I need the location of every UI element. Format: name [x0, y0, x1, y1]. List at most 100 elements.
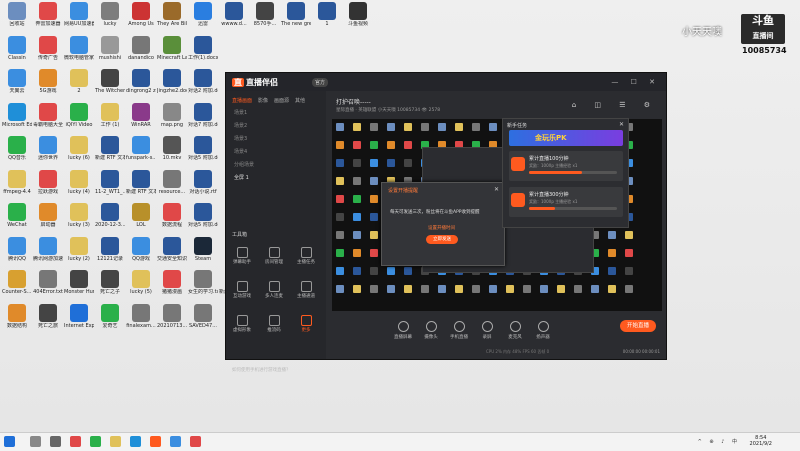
- ctrl-phone[interactable]: 手机直播: [448, 321, 470, 340]
- desktop-icon[interactable]: 对话5 附加.docx: [188, 136, 218, 161]
- ctrl-camera[interactable]: 摄像头: [420, 321, 442, 340]
- desktop-icon[interactable]: Counter-S... Global Offe...: [2, 270, 32, 295]
- folder-icon[interactable]: [110, 436, 121, 447]
- task-banner[interactable]: 金玩乐PK: [509, 130, 623, 146]
- desktop-icon[interactable]: 启动器: [33, 203, 63, 228]
- desktop-icon[interactable]: The Witcher: [95, 69, 125, 94]
- desktop-icon[interactable]: WinRAR: [126, 102, 156, 128]
- ctrl-record[interactable]: 录屏: [476, 321, 498, 340]
- desktop-icon[interactable]: 传奇广告: [33, 35, 63, 61]
- start-live-button[interactable]: 开始直播: [620, 320, 656, 332]
- task-item[interactable]: 累计直播300分钟 奖励：100Xp 主播经验 x1: [509, 187, 623, 217]
- desktop-icon[interactable]: Microsoft Edge: [2, 102, 32, 128]
- ctrl-speaker[interactable]: 扬声器: [532, 321, 554, 340]
- tool-multi[interactable]: 多人连麦: [262, 281, 286, 299]
- desktop-icon[interactable]: 5G游戏: [33, 69, 63, 94]
- scene-item-1[interactable]: 场景1: [226, 106, 326, 119]
- ctrl-mic[interactable]: 麦克风: [504, 321, 526, 340]
- tool-channel[interactable]: 主播通道: [294, 281, 318, 299]
- desktop-icon[interactable]: 12121记录: [95, 236, 125, 262]
- desktop-icon[interactable]: LOL: [126, 203, 156, 228]
- desktop-icon[interactable]: lucky (5): [126, 270, 156, 295]
- scene-item-3[interactable]: 场景3: [226, 132, 326, 145]
- tab-source[interactable]: 画面源: [274, 97, 289, 104]
- desktop-icon[interactable]: 迅雷: [188, 2, 218, 27]
- desktop-icon[interactable]: 新建 RTF 文本文档.rtf: [95, 136, 125, 161]
- desktop-icon[interactable]: 爱奇艺: [95, 303, 125, 329]
- tool-avatar[interactable]: 虚拟形象: [230, 315, 254, 333]
- desktop-icon[interactable]: 回收站: [2, 2, 32, 27]
- desktop-icon[interactable]: wwww.d...: [219, 2, 249, 27]
- desktop-icon[interactable]: 腾讯QQ: [2, 236, 32, 262]
- desktop-icon[interactable]: 2020-12-3...: [95, 203, 125, 228]
- desktop-icon[interactable]: 8570手...: [250, 2, 280, 27]
- room-title[interactable]: 打护召唤-----: [336, 97, 371, 106]
- scene-item-group[interactable]: 分组场景: [226, 158, 326, 171]
- scene-item-2[interactable]: 场景2: [226, 119, 326, 132]
- desktop-icon[interactable]: 工作(1).docx: [188, 35, 218, 61]
- desktop-icon[interactable]: 数据流程: [157, 203, 187, 228]
- desktop-icon[interactable]: 奔雷加速器: [33, 2, 63, 27]
- desktop-icon[interactable]: 工作 (1): [95, 102, 125, 128]
- desktop-icon[interactable]: danandico: [126, 35, 156, 61]
- tool-stream-key[interactable]: 推流码: [262, 315, 286, 333]
- desktop-icon[interactable]: 20210713...: [157, 303, 187, 329]
- desktop-icon[interactable]: They Are Billions: [157, 2, 187, 27]
- desktop-icon[interactable]: 腾讯网游加速器: [33, 236, 63, 262]
- desktop-icon[interactable]: 新建 RTF 文本文档.rtf: [126, 169, 156, 195]
- title-bar[interactable]: 直直播伴侣 官方 — ☐ ✕: [226, 73, 666, 91]
- tab-image[interactable]: 影像: [258, 97, 268, 104]
- ctrl-screen[interactable]: 直播屏幕: [392, 321, 414, 340]
- scene-item-4[interactable]: 场景4: [226, 145, 326, 158]
- desktop-icon[interactable]: Minecraft Launcher: [157, 35, 187, 61]
- desktop-icon[interactable]: lucky (2): [64, 236, 94, 262]
- qq-icon[interactable]: [170, 436, 181, 447]
- app-icon[interactable]: [90, 436, 101, 447]
- set-time-link[interactable]: 设置开播时间: [428, 225, 455, 231]
- desktop-icon[interactable]: 斗鱼视频: [343, 2, 373, 27]
- desktop-icon[interactable]: lucky: [95, 2, 125, 27]
- taskview-icon[interactable]: [50, 436, 61, 447]
- desktop-icon[interactable]: Monster Hunter...: [64, 270, 94, 295]
- desktop-icon[interactable]: 毒霸电脑大全: [33, 102, 63, 128]
- desktop-icon[interactable]: Jingzhe2.docx: [157, 69, 187, 94]
- desktop-icon[interactable]: 网易UU加速器: [64, 2, 94, 27]
- desktop-icon[interactable]: 11-2_WT1_...: [95, 169, 125, 195]
- desktop-icon[interactable]: 死亡之旅: [33, 303, 63, 329]
- window-controls[interactable]: — ☐ ✕: [611, 78, 660, 86]
- top-toolbar-icons[interactable]: ⌂ ◫ ☰ ⚙: [572, 101, 658, 109]
- desktop-icon[interactable]: resource...: [157, 169, 187, 195]
- desktop-icon[interactable]: 交通安全知识.docx: [157, 236, 187, 262]
- desktop-icon[interactable]: QQ音乐: [2, 136, 32, 161]
- tool-task[interactable]: 主播任务: [294, 247, 318, 265]
- desktop-icon[interactable]: 天翼云: [2, 69, 32, 94]
- desktop-icon[interactable]: funspark-s...: [126, 136, 156, 161]
- close-icon[interactable]: ✕: [494, 186, 499, 193]
- desktop-icon[interactable]: Among Us: [126, 2, 156, 27]
- edge-icon[interactable]: [130, 436, 141, 447]
- desktop-icon[interactable]: Steam: [188, 236, 218, 262]
- desktop-icon[interactable]: 拉跃游戏: [33, 169, 63, 195]
- desktop-icon[interactable]: 猪猪漫画: [157, 270, 187, 295]
- start-icon[interactable]: [4, 436, 15, 447]
- desktop-icon[interactable]: lucky (3): [64, 203, 94, 228]
- tool-danmu[interactable]: 弹幕助手: [230, 247, 254, 265]
- desktop-icon[interactable]: 404Error.txt: [33, 270, 63, 295]
- tab-other[interactable]: 其他: [295, 97, 305, 104]
- tool-more[interactable]: 更多: [294, 315, 318, 333]
- desktop-icon[interactable]: 对话7 附加.docx: [188, 102, 218, 128]
- desktop-icon[interactable]: map.png: [157, 102, 187, 128]
- desktop-icon[interactable]: Internet Explorer: [64, 303, 94, 329]
- desktop-icon[interactable]: ffmpeg-4.4: [2, 169, 32, 195]
- desktop-icon[interactable]: lucky (6): [64, 136, 94, 161]
- desktop-icon[interactable]: 对话5 附加.docx: [188, 203, 218, 228]
- desktop-icon[interactable]: QQ游戏: [126, 236, 156, 262]
- close-icon[interactable]: ✕: [619, 121, 624, 128]
- search-icon[interactable]: [30, 436, 41, 447]
- desktop-icon[interactable]: 2: [64, 69, 94, 94]
- send-now-button[interactable]: 立即发送: [426, 235, 458, 244]
- live-companion-icon[interactable]: [150, 436, 161, 447]
- desktop-icon[interactable]: mushishi: [95, 35, 125, 61]
- desktop-icon[interactable]: 死亡之子: [95, 270, 125, 295]
- tool-room[interactable]: 房间管理: [262, 247, 286, 265]
